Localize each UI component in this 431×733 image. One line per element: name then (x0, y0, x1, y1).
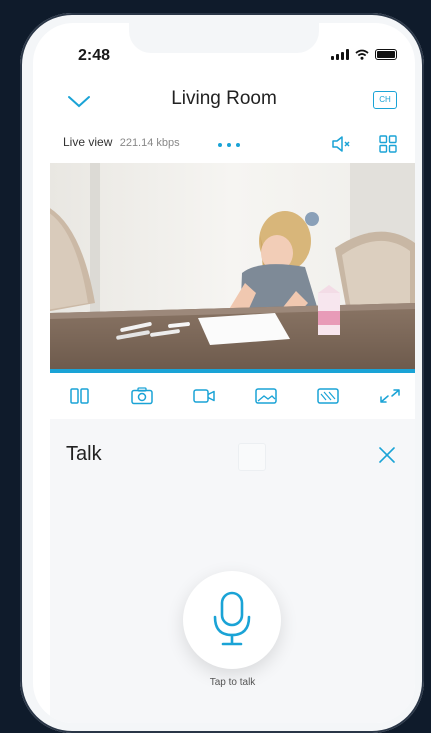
record-video-icon[interactable] (192, 387, 216, 405)
privacy-mode-icon[interactable] (316, 387, 340, 405)
drag-handle (238, 443, 266, 471)
close-icon[interactable] (377, 445, 397, 465)
camera-scene-image (50, 163, 415, 371)
header: Living Room CH (33, 83, 415, 119)
phone-notch (129, 23, 319, 53)
talk-panel: Talk Tap to talk (50, 419, 415, 723)
video-toolbar (50, 373, 415, 420)
channel-switch-icon[interactable]: CH (373, 91, 397, 109)
talk-button[interactable] (183, 571, 281, 669)
snapshot-icon[interactable] (130, 387, 154, 405)
talk-title: Talk (66, 443, 102, 465)
battery-icon (375, 49, 397, 60)
wifi-icon (355, 49, 369, 60)
signal-icon (331, 49, 349, 60)
channel-label: CH (379, 95, 391, 104)
microphone-icon (213, 591, 251, 646)
live-info-bar: Live view 221.14 kbps (33, 133, 415, 155)
status-time: 2:48 (78, 47, 111, 64)
phone-screen: 2:48 Living Room CH Live view 221.14 kbp… (33, 23, 415, 723)
live-view-text: Live view (63, 135, 113, 149)
bitrate-text: 221.14 kbps (119, 137, 180, 149)
grid-view-icon[interactable] (379, 135, 397, 153)
page-dots-icon[interactable] (218, 143, 240, 147)
speaker-mute-icon[interactable] (331, 135, 351, 153)
camera-video-feed[interactable] (50, 163, 415, 371)
fullscreen-icon[interactable] (378, 387, 402, 405)
status-icons (331, 49, 397, 60)
split-view-icon[interactable] (68, 387, 92, 405)
gallery-icon[interactable] (254, 387, 278, 405)
page-title: Living Room (171, 88, 277, 109)
tap-to-talk-label: Tap to talk (209, 677, 256, 688)
live-view-label: Live view 221.14 kbps (63, 135, 180, 149)
